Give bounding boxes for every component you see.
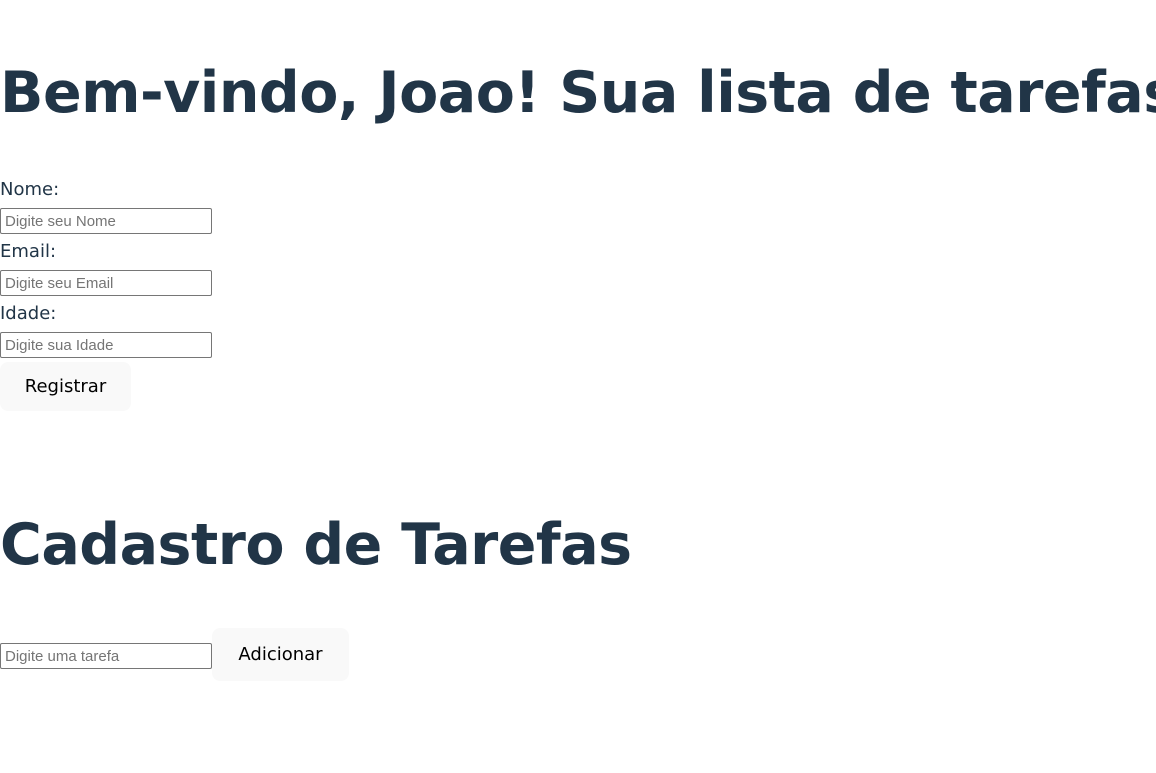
register-button[interactable]: Registrar bbox=[0, 362, 131, 411]
welcome-title: Bem-vindo, Joao! Sua lista de tarefas bbox=[0, 60, 1156, 126]
add-task-button[interactable]: Adicionar bbox=[212, 628, 349, 681]
register-form: Nome: Email: Idade: bbox=[0, 178, 300, 364]
age-input[interactable] bbox=[0, 332, 212, 358]
email-input[interactable] bbox=[0, 270, 212, 296]
name-input[interactable] bbox=[0, 208, 212, 234]
age-label: Idade: bbox=[0, 303, 57, 324]
email-label: Email: bbox=[0, 241, 57, 262]
name-label: Nome: bbox=[0, 179, 60, 200]
task-input[interactable] bbox=[0, 643, 212, 669]
tasks-title: Cadastro de Tarefas bbox=[0, 512, 632, 578]
task-form: Adicionar bbox=[0, 628, 349, 681]
page: Bem-vindo, Joao! Sua lista de tarefas No… bbox=[0, 0, 1156, 773]
